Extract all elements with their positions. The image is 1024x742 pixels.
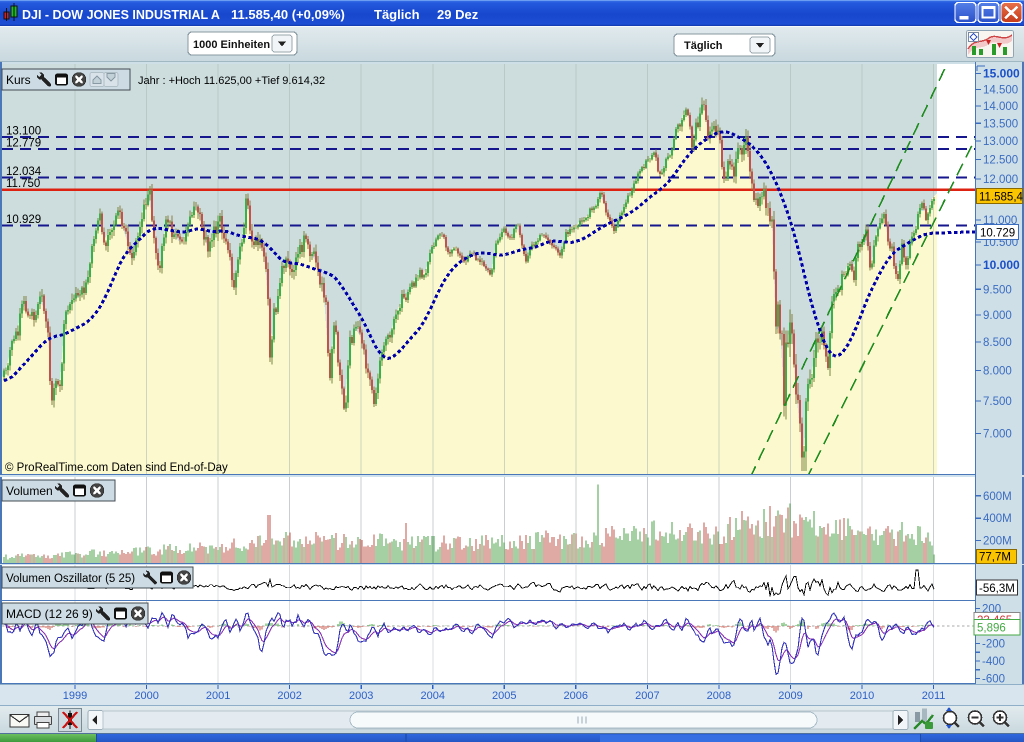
svg-text:13.100: 13.100 [6,126,41,138]
svg-text:-400: -400 [982,656,1005,668]
svg-text:12.779: 12.779 [6,137,41,149]
svg-text:9.500: 9.500 [983,284,1012,296]
svg-text:77,7M: 77,7M [979,552,1011,564]
svg-text:Volumen Oszillator (5 25): Volumen Oszillator (5 25) [6,573,135,585]
svg-text:200M: 200M [983,536,1012,548]
svg-text:2006: 2006 [564,690,588,702]
svg-text:11.585,4: 11.585,4 [979,192,1024,204]
svg-text:2008: 2008 [707,690,731,702]
svg-text:10.929: 10.929 [6,214,41,226]
svg-text:14.500: 14.500 [983,85,1018,97]
svg-text:10.729: 10.729 [980,228,1015,240]
svg-text:2011: 2011 [922,690,946,702]
svg-text:Täglich: Täglich [684,40,723,52]
svg-text:13.500: 13.500 [983,118,1018,130]
svg-text:14.000: 14.000 [983,101,1018,113]
svg-text:13.000: 13.000 [983,136,1018,148]
svg-text:2003: 2003 [349,690,373,702]
svg-text:7.000: 7.000 [983,429,1012,441]
svg-text:12.500: 12.500 [983,155,1018,167]
svg-text:2001: 2001 [206,690,230,702]
svg-text:1000 Einheiten: 1000 Einheiten [193,39,270,51]
svg-text:2007: 2007 [635,690,659,702]
svg-text:Täglich: Täglich [374,7,420,22]
svg-text:11.750: 11.750 [6,178,40,190]
svg-text:400M: 400M [983,513,1012,525]
svg-text:15.000: 15.000 [983,67,1020,81]
svg-text:10.000: 10.000 [983,258,1020,272]
svg-text:1999: 1999 [63,690,87,702]
svg-text:-200: -200 [982,639,1005,651]
svg-text:-56,3M: -56,3M [979,583,1015,595]
svg-text:Kurs: Kurs [6,73,31,87]
svg-text:29 Dez: 29 Dez [437,7,479,22]
svg-text:2010: 2010 [850,690,874,702]
svg-text:Volumen: Volumen [6,484,53,498]
svg-text:2009: 2009 [778,690,802,702]
svg-text:2005: 2005 [492,690,516,702]
svg-text:12.034: 12.034 [6,166,42,178]
svg-text:DJI - DOW JONES INDUSTRIAL A: DJI - DOW JONES INDUSTRIAL A [22,8,220,22]
svg-text:8.000: 8.000 [983,366,1012,378]
svg-text:-600: -600 [982,674,1005,686]
svg-text:2002: 2002 [277,690,301,702]
svg-text:2004: 2004 [421,690,445,702]
svg-text:12.000: 12.000 [983,174,1018,186]
svg-text:600M: 600M [983,491,1012,503]
svg-text:2000: 2000 [134,690,158,702]
svg-text:© ProRealTime.com Daten sind: © ProRealTime.com Daten sind End-of-Day [5,462,228,474]
svg-text:8.500: 8.500 [983,337,1012,349]
svg-text:5,896: 5,896 [977,623,1006,635]
svg-text:9.000: 9.000 [983,310,1012,322]
svg-text:11.585,40 (+0,09%): 11.585,40 (+0,09%) [231,7,345,22]
svg-text:7.500: 7.500 [983,396,1012,408]
svg-text:MACD (12 26 9): MACD (12 26 9) [6,607,93,621]
svg-text:Jahr : +Hoch 11.625,00 +Tief 9: Jahr : +Hoch 11.625,00 +Tief 9.614,32 [138,75,325,87]
